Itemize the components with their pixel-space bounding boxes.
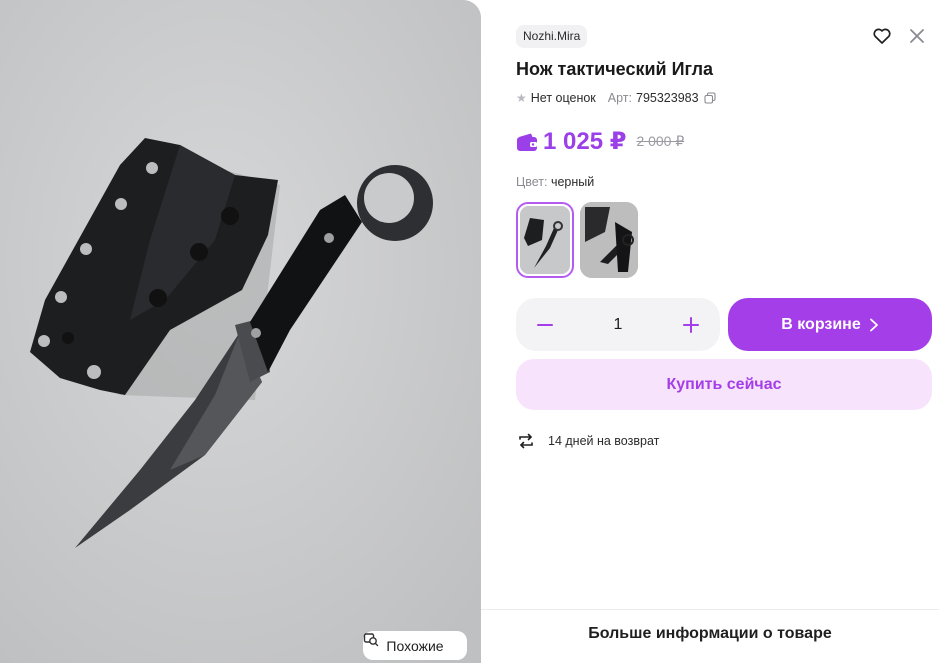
color-value: черный: [550, 175, 595, 189]
similar-search-icon: [363, 633, 379, 647]
variant-swatch[interactable]: [580, 202, 638, 278]
product-meta: ★ Нет оценок Арт: 795323983: [516, 91, 716, 105]
buy-now-button[interactable]: Купить сейчас: [516, 359, 932, 410]
minus-icon: [537, 323, 553, 326]
return-arrows-icon: [519, 433, 533, 449]
article-label: Арт:: [607, 91, 632, 105]
increase-button[interactable]: [680, 314, 702, 336]
article-value: 795323983: [636, 91, 699, 105]
brand-chip[interactable]: Nozhi.Mira: [516, 25, 588, 48]
return-info: 14 дней на возврат: [516, 431, 659, 451]
color-label: Цвет:: [516, 175, 548, 189]
chevron-right-icon: [869, 318, 878, 331]
price-row: 1 025 ₽ 2 000 ₽: [516, 127, 684, 156]
variant-swatch-selected[interactable]: [516, 202, 574, 278]
swatch-thumbnail: [580, 202, 638, 278]
product-photo: [0, 0, 481, 663]
close-icon[interactable]: [908, 27, 926, 45]
return-text: 14 дней на возврат: [548, 434, 660, 448]
quantity-value[interactable]: 1: [614, 316, 623, 334]
current-price: 1 025 ₽: [543, 128, 627, 155]
star-icon: ★: [516, 91, 527, 105]
divider: [481, 609, 939, 610]
similar-button[interactable]: Похожие: [363, 631, 467, 660]
product-title: Нож тактический Игла: [516, 59, 714, 79]
similar-label: Похожие: [386, 637, 444, 654]
product-details-panel: Nozhi.Mira Нож тактический Игла ★ Нет оц…: [481, 0, 939, 663]
more-info-link[interactable]: Больше информации о товаре: [481, 625, 939, 643]
color-info: Цвет: черный: [516, 175, 594, 189]
product-image-panel[interactable]: Похожие: [0, 0, 481, 663]
decrease-button[interactable]: [534, 314, 556, 336]
in-cart-label: В корзине: [781, 315, 861, 333]
heart-icon[interactable]: [872, 26, 892, 46]
swatch-thumbnail: [520, 206, 570, 274]
in-cart-button[interactable]: В корзине: [728, 298, 932, 351]
plus-icon: [683, 316, 699, 333]
quantity-stepper: 1: [516, 298, 720, 351]
copy-icon[interactable]: [704, 92, 716, 104]
wallet-icon: [517, 133, 537, 151]
old-price: 2 000 ₽: [636, 133, 685, 149]
rating-text[interactable]: Нет оценок: [531, 91, 596, 105]
